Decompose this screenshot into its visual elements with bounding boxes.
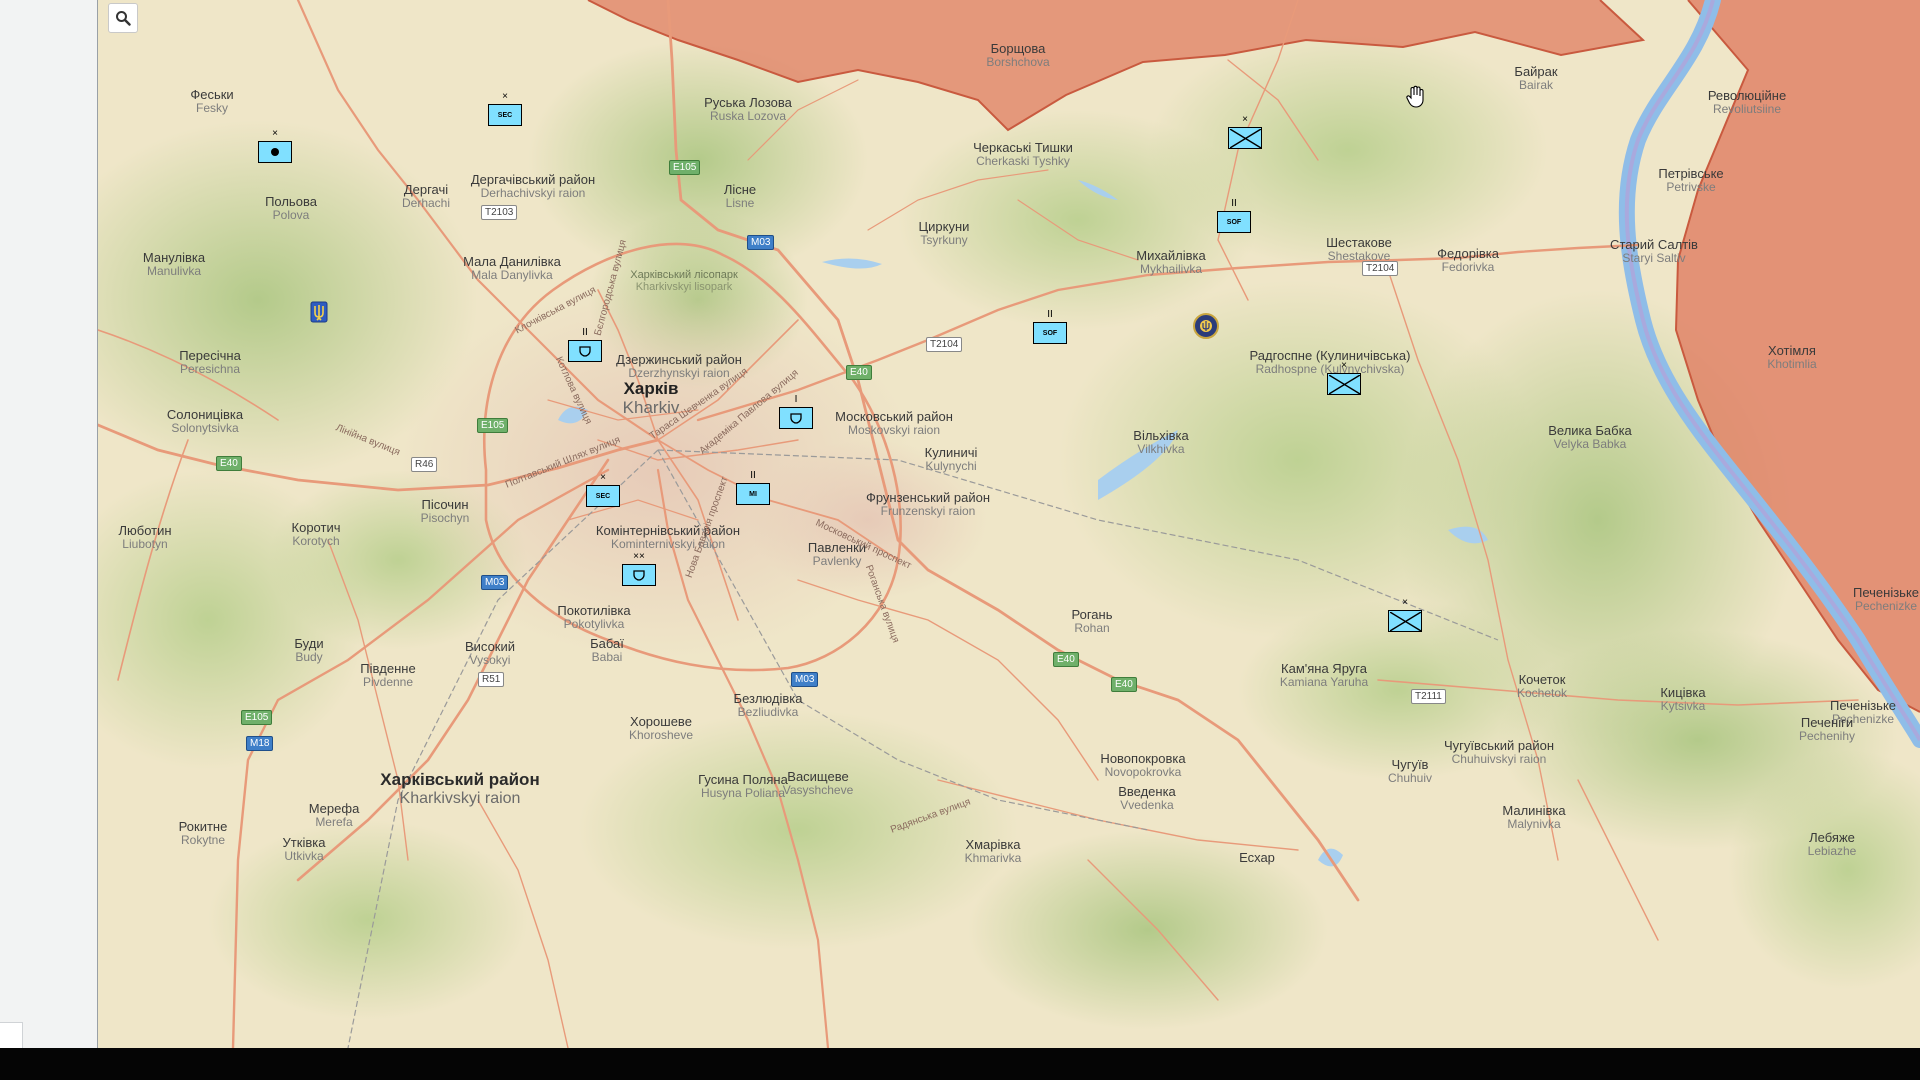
unit-echelon: × [1242, 114, 1248, 125]
unit-symbol[interactable]: ×× [622, 552, 656, 586]
road-shield: E40 [216, 456, 242, 471]
road-shield: T2104 [926, 337, 963, 352]
road-shield: M03 [747, 235, 775, 250]
unit-symbol[interactable]: II SOF [1217, 199, 1251, 233]
unit-symbol[interactable]: × [258, 129, 292, 163]
unit-label: SEC [497, 111, 513, 119]
infantry-cross-icon [1389, 611, 1421, 631]
unit-label: SOF [1042, 329, 1058, 337]
unit-shield-icon [579, 346, 591, 357]
infantry-cross-icon [1229, 128, 1261, 148]
unit-echelon: II [750, 470, 756, 481]
unit-echelon: II [1047, 309, 1053, 320]
unit-echelon: × [600, 472, 606, 483]
map-view[interactable]: Борщова Borshchova Байрак Bairak Революційне… [98, 0, 1920, 1048]
unit-symbol[interactable]: × [1327, 361, 1361, 395]
bottom-bar [0, 1048, 1920, 1080]
unit-label: SEC [595, 492, 611, 500]
road-shield: E40 [1111, 677, 1137, 692]
unit-echelon: × [502, 91, 508, 102]
unit-label: MI [749, 490, 757, 498]
unit-symbol[interactable]: × [1228, 115, 1262, 149]
unit-label: SOF [1226, 218, 1242, 226]
hand-pan-icon [1406, 85, 1424, 108]
road-shield: T2104 [1362, 261, 1399, 276]
unit-echelon: × [272, 128, 278, 139]
road-shield: E105 [669, 160, 701, 175]
unit-shield-icon [633, 570, 645, 581]
road-shield: E40 [846, 365, 872, 380]
unit-symbol[interactable]: × SEC [586, 473, 620, 507]
left-panel [0, 0, 98, 1050]
unit-symbol[interactable]: × [1388, 598, 1422, 632]
road-shield: T2103 [481, 205, 518, 220]
unit-echelon: II [1231, 198, 1237, 209]
search-button[interactable] [108, 3, 138, 33]
road-shield: M03 [791, 672, 819, 687]
panel-collapse-tab[interactable] [0, 1022, 23, 1050]
road-shield: E105 [477, 418, 509, 433]
unit-symbol[interactable]: × SEC [488, 92, 522, 126]
unit-symbol[interactable]: II [568, 328, 602, 362]
map-base-layer [98, 0, 1920, 1048]
trident-emblem[interactable] [310, 301, 328, 323]
dot-icon [271, 148, 279, 156]
unit-symbol[interactable]: II MI [736, 471, 770, 505]
unit-echelon: I [794, 394, 798, 405]
road-shield: R46 [411, 457, 438, 472]
unit-symbol[interactable]: I [779, 395, 813, 429]
unit-echelon: ×× [633, 551, 645, 562]
unit-echelon: × [1341, 360, 1347, 371]
road-shield: E105 [241, 710, 273, 725]
search-icon [116, 11, 131, 26]
road-shield: R51 [478, 672, 505, 687]
unit-echelon: II [582, 327, 588, 338]
unit-shield-icon [790, 413, 802, 424]
unit-symbol[interactable]: II SOF [1033, 310, 1067, 344]
unit-echelon: × [1402, 597, 1408, 608]
road-shield: E40 [1053, 652, 1079, 667]
national-guard-emblem[interactable] [1193, 313, 1219, 339]
infantry-cross-icon [1328, 374, 1360, 394]
road-shield: T2111 [1411, 689, 1446, 704]
road-shield: M18 [246, 736, 274, 751]
road-shield: M03 [481, 575, 509, 590]
